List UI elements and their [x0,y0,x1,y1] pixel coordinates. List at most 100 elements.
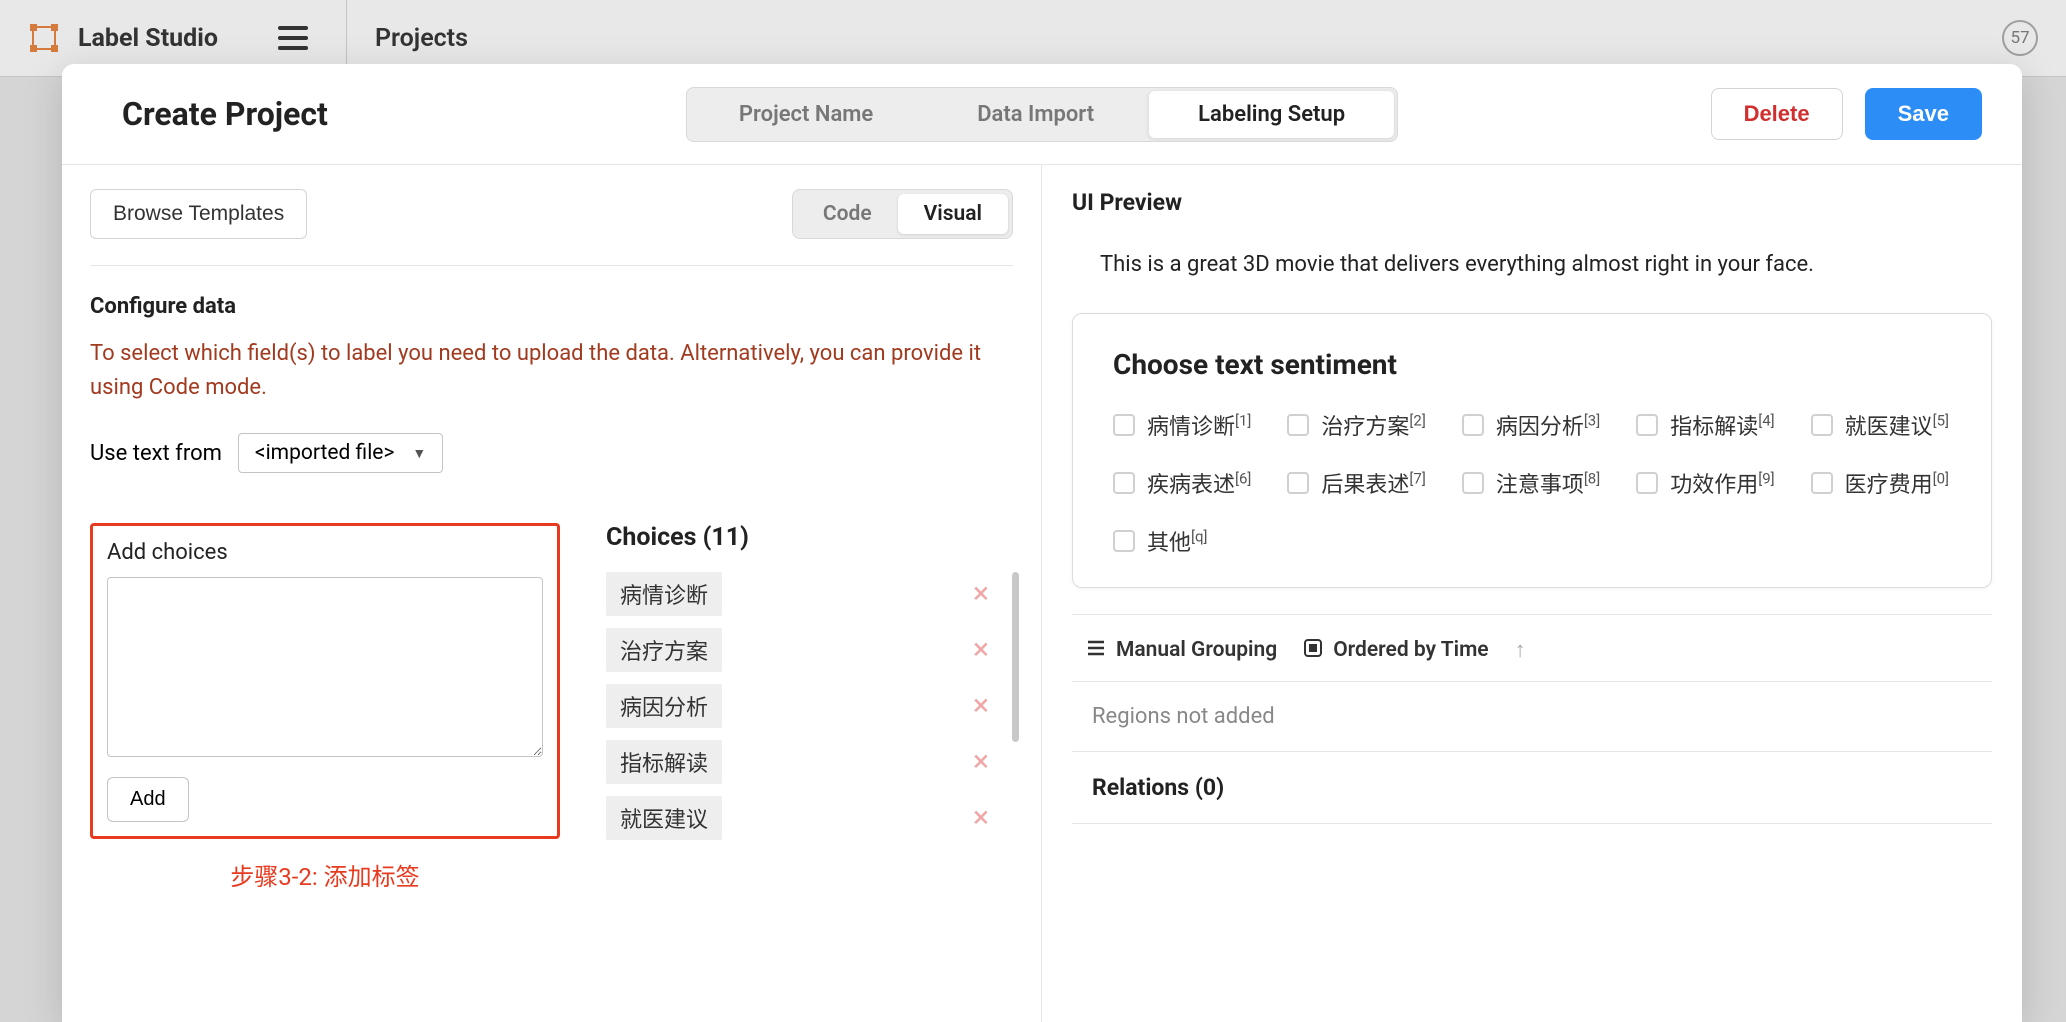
checkbox-icon [1113,472,1135,494]
sentiment-card-title: Choose text sentiment [1113,348,1951,381]
option-label: 注意事项[8] [1496,467,1600,499]
ui-preview-panel: UI Preview This is a great 3D movie that… [1042,165,2022,1022]
step-note: 步骤3-2: 添加标签 [90,857,560,892]
modal-tabs: Project Name Data Import Labeling Setup [686,87,1398,142]
option-label: 病因分析[3] [1496,409,1600,441]
modal-header: Create Project Project Name Data Import … [62,64,2022,165]
add-choices-column: Add choices Add 步骤3-2: 添加标签 [90,523,560,892]
option-label: 疾病表述[6] [1147,467,1251,499]
use-text-label: Use text from [90,441,222,466]
delete-choice-icon[interactable]: × [973,747,989,777]
choice-chip[interactable]: 病因分析 [606,684,722,728]
option-label: 指标解读[4] [1670,409,1774,441]
configure-data-warning: To select which field(s) to label you ne… [90,337,1013,405]
add-button[interactable]: Add [107,777,189,822]
choice-row: 病因分析 × [606,684,995,728]
logo-icon [28,22,60,54]
option-label: 病情诊断[1] [1147,409,1251,441]
sentiment-option[interactable]: 其他[q] [1113,525,1208,557]
use-text-row: Use text from <imported file> ▼ [90,433,1013,473]
arrow-up-icon[interactable]: ↑ [1515,637,1526,663]
left-top-row: Browse Templates Code Visual [90,189,1013,239]
option-label: 功效作用[9] [1670,467,1774,499]
sentiment-option[interactable]: 注意事项[8] [1462,467,1600,499]
checkbox-icon [1287,472,1309,494]
choices-textarea[interactable] [107,577,543,757]
hamburger-icon[interactable] [278,26,308,50]
choice-row: 就医建议 × [606,796,995,840]
option-label: 后果表述[7] [1321,467,1425,499]
toggle-code[interactable]: Code [797,194,898,234]
regions-placeholder: Regions not added [1072,681,1992,752]
divider [90,265,1013,266]
tab-labeling-setup[interactable]: Labeling Setup [1149,91,1394,138]
app-title: Label Studio [78,24,218,53]
sentiment-option[interactable]: 指标解读[4] [1636,409,1774,441]
checkbox-icon [1811,472,1833,494]
checkbox-icon [1113,530,1135,552]
logo-area: Label Studio [28,22,218,54]
manual-grouping-label: Manual Grouping [1116,638,1277,662]
delete-choice-icon[interactable]: × [973,635,989,665]
choices-count-title: Choices (11) [606,523,1013,552]
toggle-visual[interactable]: Visual [898,194,1008,234]
choices-area: Add choices Add 步骤3-2: 添加标签 Choices (11)… [90,523,1013,892]
sentiment-options: 病情诊断[1] 治疗方案[2] 病因分析[3] 指标解读[4] 就医建议[5] 疾病表述[… [1113,409,1951,557]
checkbox-icon [1287,414,1309,436]
delete-choice-icon[interactable]: × [973,691,989,721]
sentiment-option[interactable]: 功效作用[9] [1636,467,1774,499]
add-choices-label: Add choices [107,540,543,565]
checkbox-icon [1636,472,1658,494]
use-text-value: <imported file> [255,441,395,465]
chevron-down-icon: ▼ [412,445,426,462]
ordered-by-time-button[interactable]: Ordered by Time [1303,638,1488,663]
ui-preview-title: UI Preview [1072,189,2022,216]
list-icon [1086,638,1106,662]
manual-grouping-button[interactable]: Manual Grouping [1086,638,1277,662]
choice-chip[interactable]: 就医建议 [606,796,722,840]
breadcrumb[interactable]: Projects [375,24,468,53]
checkbox-icon [1462,414,1484,436]
choice-chip[interactable]: 指标解读 [606,740,722,784]
choice-chip[interactable]: 病情诊断 [606,572,722,616]
clock-icon [1303,638,1323,663]
create-project-modal: Create Project Project Name Data Import … [62,64,2022,1022]
add-choices-box: Add choices Add [90,523,560,839]
save-button[interactable]: Save [1865,88,1982,140]
use-text-select[interactable]: <imported file> ▼ [238,433,443,473]
delete-choice-icon[interactable]: × [973,803,989,833]
tab-project-name[interactable]: Project Name [687,88,925,141]
modal-body: Browse Templates Code Visual Configure d… [62,165,2022,1022]
delete-button[interactable]: Delete [1711,88,1843,140]
sentiment-card: Choose text sentiment 病情诊断[1] 治疗方案[2] 病因分析… [1072,313,1992,588]
sentiment-option[interactable]: 病因分析[3] [1462,409,1600,441]
checkbox-icon [1113,414,1135,436]
sentiment-option[interactable]: 医疗费用[0] [1811,467,1949,499]
checkbox-icon [1462,472,1484,494]
option-label: 其他[q] [1147,525,1208,557]
sentiment-option[interactable]: 就医建议[5] [1811,409,1949,441]
code-visual-toggle: Code Visual [792,189,1013,239]
choice-row: 病情诊断 × [606,572,995,616]
option-label: 治疗方案[2] [1321,409,1425,441]
choice-row: 治疗方案 × [606,628,995,672]
sentiment-option[interactable]: 治疗方案[2] [1287,409,1425,441]
choice-chip[interactable]: 治疗方案 [606,628,722,672]
option-label: 就医建议[5] [1845,409,1949,441]
checkbox-icon [1636,414,1658,436]
sentiment-option[interactable]: 后果表述[7] [1287,467,1425,499]
browse-templates-button[interactable]: Browse Templates [90,189,307,239]
option-label: 医疗费用[0] [1845,467,1949,499]
modal-actions: Delete Save [1711,88,1982,140]
scrollbar[interactable] [1012,572,1019,742]
choices-list: 病情诊断 × 治疗方案 × 病因分析 × 指标解读 × 就医建议 × [606,572,1013,840]
relations-title[interactable]: Relations (0) [1072,752,1992,824]
preview-sample-text: This is a great 3D movie that delivers e… [1072,252,2022,277]
sentiment-option[interactable]: 病情诊断[1] [1113,409,1251,441]
count-badge[interactable]: 57 [2002,20,2038,56]
choices-list-column: Choices (11) 病情诊断 × 治疗方案 × 病因分析 × 指标解读 × 就医建议 × [606,523,1013,892]
sentiment-option[interactable]: 疾病表述[6] [1113,467,1251,499]
labeling-config-panel: Browse Templates Code Visual Configure d… [62,165,1042,1022]
tab-data-import[interactable]: Data Import [925,88,1146,141]
delete-choice-icon[interactable]: × [973,579,989,609]
